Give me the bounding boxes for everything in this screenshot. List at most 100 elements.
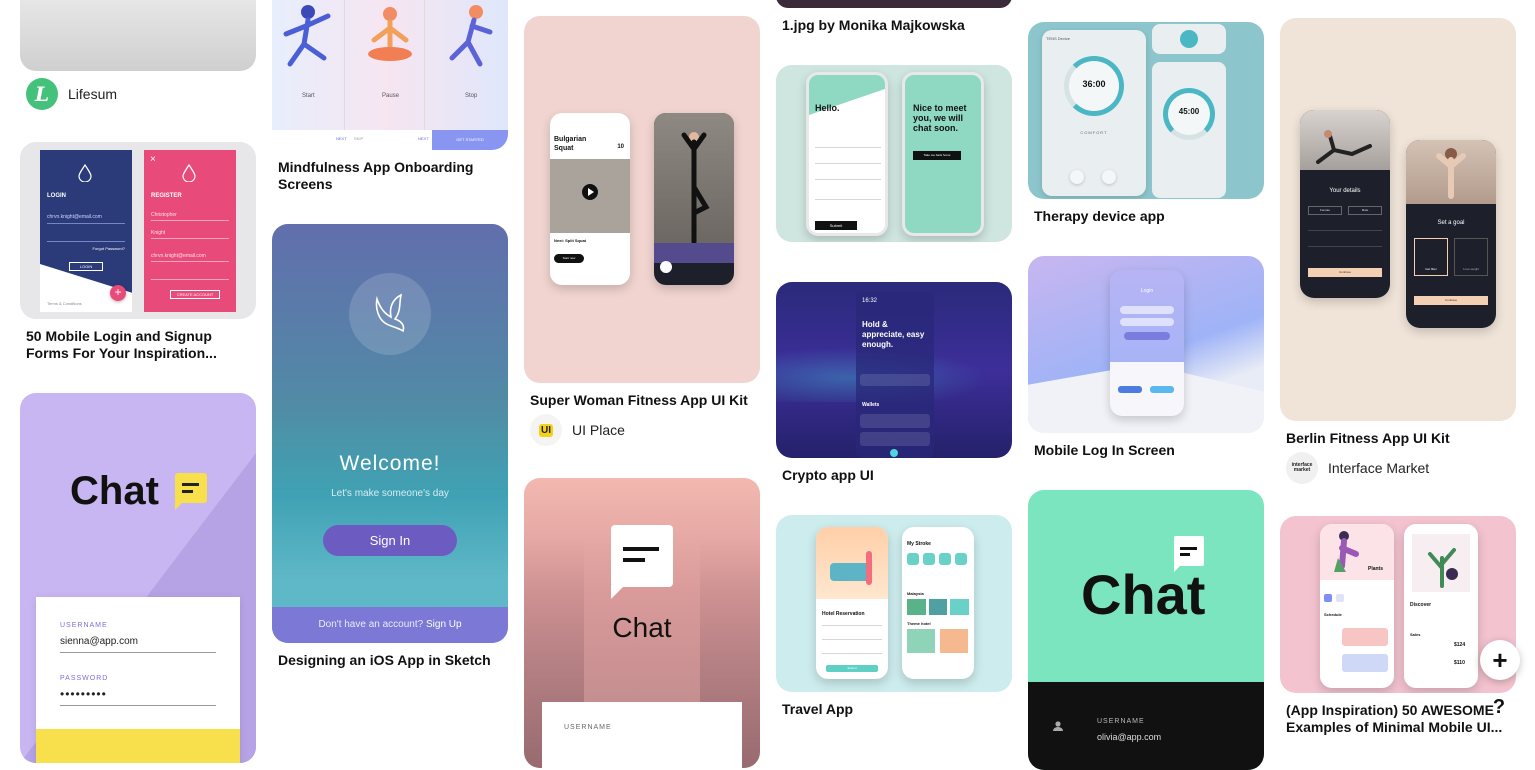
female-option[interactable]: Female [1308,206,1342,215]
add-icon[interactable]: + [110,285,126,301]
logo-circle [349,273,431,355]
van-illustration [830,563,870,581]
no-account-text: Don't have an account? [318,619,424,630]
pin-image[interactable]: TENS Device 36:00 COMFORT 45:00 [1028,22,1264,199]
next-link[interactable]: NEXT [418,136,429,141]
pin-title[interactable]: Designing an iOS App in Sketch [278,652,506,669]
price-value: $110 [1454,660,1465,666]
register-label: REGISTER [151,193,182,199]
username-field[interactable]: olivia@app.com [1097,732,1161,742]
username-label: USERNAME [60,622,108,629]
pin-title[interactable]: Mindfulness App Onboarding Screens [278,159,506,193]
nice-message: Nice to meet you, we will chat soon. [913,103,967,133]
forgot-link[interactable]: Forgot Password? [93,246,125,251]
chat-logo-text: Chat [70,469,159,513]
pin-image[interactable]: Your details Female Male Continue Set a … [1280,18,1516,421]
pause-icon[interactable] [1070,170,1084,184]
athlete-illustration [1436,148,1466,199]
theme-hotel-label: Theme hotel [907,621,931,626]
pin-image[interactable]: 16:32 Hold & appreciate, easy enough. Wa… [776,282,1012,458]
next-link[interactable]: NEXT [336,136,347,141]
power-icon[interactable] [1180,30,1198,48]
pin-title[interactable]: 1.jpg by Monika Majkowska [782,17,1010,34]
pin-title[interactable]: Super Woman Fitness App UI Kit [530,392,758,409]
pin-image[interactable]: Login [1028,256,1264,433]
discover-label: Discover [1410,602,1432,608]
device-label: TENS Device [1046,36,1071,41]
last-name: Knight [151,230,166,236]
welcome-heading: Welcome! [339,452,441,475]
submit-button[interactable]: Submit [815,221,857,230]
plants-heading: Plants [1368,566,1384,572]
pin-image[interactable]: Welcome! Let's make someone's day Sign I… [272,224,508,643]
welcome-subtitle: Let's make someone's day [331,488,449,499]
step-pause: Pause [382,93,400,99]
figure-pause-illustration [368,7,412,61]
pin-title[interactable]: 50 Mobile Login and Signup Forms For You… [26,328,254,362]
submit-button[interactable]: Submit [826,665,878,672]
play-icon[interactable] [582,184,598,200]
pin-image[interactable]: Hotel Reservation Submit My Stroke Malay… [776,515,1012,692]
home-button[interactable]: Take me back home [913,151,961,160]
pin-title[interactable]: Crypto app UI [782,467,1010,484]
yoga-figure [681,132,710,245]
login-button[interactable]: LOGIN [69,262,103,271]
terms-link[interactable]: Terms & Conditions [47,301,82,306]
pin-image[interactable]: Chat USERNAME olivia@app.com [1028,490,1264,770]
pin-title[interactable]: Travel App [782,701,1010,718]
pin-source[interactable]: L Lifesum [26,78,117,110]
pin-image[interactable] [20,0,256,71]
continue-button[interactable]: Continue [1414,296,1488,305]
start-button[interactable]: Start now [554,254,584,263]
timer-value: 45:00 [1178,107,1200,116]
pin-title[interactable]: Mobile Log In Screen [1034,442,1262,459]
drop-icon [78,164,92,182]
username-field[interactable]: sienna@app.com [60,636,138,647]
sign-up-link[interactable]: Sign Up [426,619,462,630]
password-field[interactable]: ••••••••• [60,687,107,701]
lose-weight-option[interactable]: Lose weight [1454,238,1488,276]
sign-in-button[interactable]: Sign In [323,525,457,556]
close-icon[interactable]: × [150,154,156,165]
hotel-reservation-label: Hotel Reservation [822,611,865,617]
play-icon[interactable] [660,261,672,273]
ui-place-avatar: UI [530,414,562,446]
pin-source[interactable]: UI UI Place [530,414,625,446]
phone-mockup: Set a goal Get fitter Lose weight Contin… [1406,140,1496,328]
pin-title[interactable]: Berlin Fitness App UI Kit [1286,430,1514,447]
source-name: UI Place [572,422,625,438]
help-button[interactable]: ? [1480,688,1518,726]
timer-ring: 45:00 [1163,88,1215,140]
pin-image[interactable]: Start Pause Stop NEXT SKIP NEXT GET STAR… [272,0,508,150]
pin-image[interactable]: Bulgarian Squat 10 Next: Split Squat Sta… [524,16,760,383]
pin-image[interactable]: Chat USERNAME sienna@app.com PASSWORD ••… [20,393,256,763]
phone-mockup: Your details Female Male Continue [1300,110,1390,298]
pin-image[interactable]: Hello. Submit Nice to meet you, we will … [776,65,1012,242]
pin-title[interactable]: Therapy device app [1034,208,1262,225]
goal-heading: Set a goal [1437,220,1465,226]
phone-mockup: Discover Sales $124 $110 [1404,524,1478,688]
continue-button[interactable]: Continue [1308,268,1382,277]
drop-icon [182,164,196,182]
phone-mockup [654,113,734,285]
sign-up-bar: Don't have an account? Sign Up [272,607,508,643]
stop-icon[interactable] [1102,170,1116,184]
add-button[interactable]: + [1480,640,1520,680]
get-fitter-option[interactable]: Get fitter [1414,238,1448,276]
comfort-label: COMFORT [1080,130,1108,135]
pin-image[interactable]: Chat USERNAME [524,478,760,768]
male-option[interactable]: Male [1348,206,1382,215]
step-start: Start [302,93,315,99]
pin-source[interactable]: interface market Interface Market [1286,452,1429,484]
chat-bubble-icon [175,473,207,510]
password-label: PASSWORD [60,675,109,682]
get-started-button[interactable]: GET STARTED [432,130,508,150]
pin-image[interactable] [776,0,1012,8]
pin-image[interactable]: LOGIN chrvn.knight@email.com Forgot Pass… [20,142,256,319]
wallets-label: Wallets [862,402,880,408]
create-account-button[interactable]: CREATE ACCOUNT [170,290,220,299]
phone-mockup: Bulgarian Squat 10 Next: Split Squat Sta… [550,113,630,285]
rep-count: 10 [617,144,624,150]
register-card: × REGISTER Christopher Knight chrvn.knig… [144,150,236,312]
skip-link[interactable]: SKIP [354,136,363,141]
